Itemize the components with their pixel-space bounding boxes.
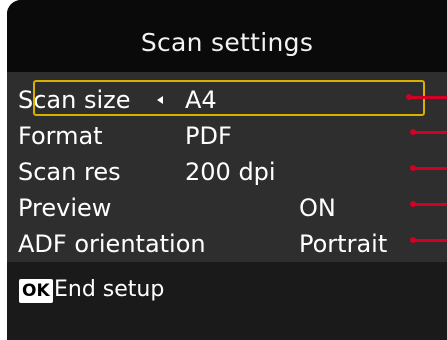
callout-line — [413, 131, 447, 134]
screen-title: Scan settings — [140, 28, 314, 57]
callout-dot — [410, 165, 416, 171]
setting-row-scan-res[interactable]: Scan res 200 dpi — [7, 154, 447, 190]
callout-dot — [410, 129, 416, 135]
setting-value: PDF — [185, 122, 232, 150]
setting-value: 200 dpi — [185, 158, 276, 186]
setting-value: A4 — [185, 86, 217, 114]
callout-line — [413, 239, 447, 242]
callout-line — [409, 96, 447, 99]
setting-row-format[interactable]: Format PDF — [7, 118, 447, 154]
setting-row-preview[interactable]: Preview ON — [7, 190, 447, 226]
title-bar: Scan settings — [7, 0, 447, 72]
setting-value: Portrait — [299, 230, 388, 258]
settings-list: Scan size A4 Format PDF Scan res 200 dpi… — [7, 72, 447, 262]
setting-label: Format — [18, 122, 103, 150]
callout-dot — [410, 237, 416, 243]
callout-dot — [410, 201, 416, 207]
setting-row-adf-orientation[interactable]: ADF orientation Portrait — [7, 226, 447, 262]
setting-value: ON — [299, 194, 336, 222]
lcd-display: Scan settings Scan size A4 Format PDF Sc… — [7, 0, 447, 340]
footer-bar: OK End setup — [7, 262, 447, 340]
left-arrow-icon[interactable] — [157, 96, 163, 104]
callout-line — [413, 167, 447, 170]
setting-label: Scan res — [18, 158, 121, 186]
setting-label: ADF orientation — [18, 230, 206, 258]
setting-label: Scan size — [18, 86, 131, 114]
footer-action-label: End setup — [54, 277, 165, 302]
callout-line — [413, 203, 447, 206]
ok-button-icon[interactable]: OK — [19, 279, 53, 303]
setting-row-scan-size[interactable]: Scan size A4 — [7, 82, 447, 118]
setting-label: Preview — [18, 194, 112, 222]
callout-dot — [406, 94, 412, 100]
printer-lcd-screen: Scan settings Scan size A4 Format PDF Sc… — [0, 0, 447, 340]
